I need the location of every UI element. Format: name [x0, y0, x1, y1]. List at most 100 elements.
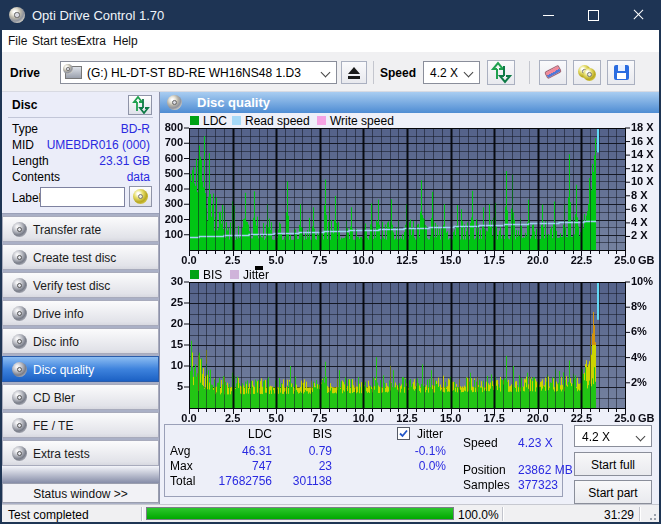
toolbar-separator: [529, 61, 530, 84]
title-bar[interactable]: Opti Drive Control 1.70: [0, 0, 661, 30]
sidebar-item-fe-te[interactable]: FE / TE: [2, 412, 159, 438]
disc-icon: [12, 306, 27, 321]
disc-quality-header: Disc quality: [160, 92, 659, 113]
chevron-down-icon: [321, 68, 331, 78]
eject-button[interactable]: [341, 61, 367, 84]
field-mid-value: UMEBDR016 (000): [40, 138, 150, 152]
label-disc-button[interactable]: [129, 186, 152, 207]
menu-file[interactable]: File: [8, 34, 27, 48]
status-text: Test completed: [8, 508, 89, 522]
start-part-button[interactable]: Start part: [574, 480, 652, 504]
progress-fill: [147, 508, 453, 519]
samples-stat-value: 377323: [518, 478, 558, 492]
bis-avg-value: 0.79: [280, 444, 332, 458]
speed-combo-value: 4.2 X: [430, 66, 458, 80]
close-button[interactable]: [616, 0, 661, 30]
drive-label: Drive: [10, 66, 40, 80]
sidebar-gradient: [2, 466, 159, 483]
jitter-avg-value: -0.1%: [386, 444, 446, 458]
refresh-icon: [129, 96, 151, 114]
disc-icon: [12, 222, 27, 237]
speed-stat-value: 4.23 X: [518, 436, 553, 450]
disc-icon: [167, 95, 182, 110]
toolbar: Drive (G:) HL-DT-ST BD-RE WH16NS48 1.D3 …: [2, 52, 659, 92]
app-window: Opti Drive Control 1.70 File Start test …: [0, 0, 661, 524]
status-window-button[interactable]: Status window >>: [2, 483, 159, 503]
progress-bar: [146, 507, 454, 520]
speed-label: Speed: [380, 66, 416, 80]
app-icon: [9, 7, 25, 23]
disc-refresh-button[interactable]: [128, 95, 152, 115]
sidebar-item-create-test-disc[interactable]: Create test disc: [2, 244, 159, 270]
ldc-total-value: 17682756: [200, 474, 272, 488]
window-title: Opti Drive Control 1.70: [32, 8, 164, 23]
ldc-chart-canvas: [161, 118, 659, 268]
progress-percent: 100.0%: [458, 508, 499, 522]
field-length-value: 23.31 GB: [40, 154, 150, 168]
maximize-icon: [588, 10, 599, 21]
window-border: [0, 30, 2, 524]
divider: [8, 117, 153, 118]
chevron-down-icon: [464, 68, 474, 78]
refresh-button[interactable]: [487, 60, 515, 85]
disc-icon: [12, 418, 27, 433]
sidebar-item-drive-info[interactable]: Drive info: [2, 300, 159, 326]
resize-grip[interactable]: [647, 511, 656, 520]
eraser-icon: [544, 65, 562, 80]
drive-disc-icon: [63, 64, 73, 74]
position-stat-value: 23862 MB: [518, 463, 573, 477]
label-input[interactable]: [40, 187, 125, 207]
erase-disc-button[interactable]: [539, 60, 567, 85]
page-title: Disc quality: [197, 95, 270, 110]
save-button[interactable]: [607, 60, 635, 85]
disc-icon: [12, 250, 27, 265]
test-discs-button[interactable]: [573, 60, 601, 85]
speed-combo[interactable]: 4.2 X: [423, 61, 480, 84]
disc-icon: [12, 446, 27, 461]
menu-bar: File Start test Extra Help: [2, 30, 659, 52]
test-speed-combo-value: 4.2 X: [582, 430, 610, 444]
disc-panel-title: Disc: [12, 98, 37, 112]
disc-icon: [133, 189, 148, 204]
drive-combo[interactable]: (G:) HL-DT-ST BD-RE WH16NS48 1.D3: [60, 61, 337, 84]
jitter-max-value: 0.0%: [386, 459, 446, 473]
statusbar-separator: [502, 507, 503, 521]
sidebar-item-extra-tests[interactable]: Extra tests: [2, 440, 159, 466]
disc-icon: [12, 334, 27, 349]
position-stat-label: Position: [463, 463, 506, 477]
ldc-column-header: LDC: [200, 427, 272, 441]
menu-start-test[interactable]: Start test: [32, 34, 80, 48]
total-row-label: Total: [170, 474, 195, 488]
disc-icon: [12, 390, 27, 405]
statusbar-separator: [639, 507, 640, 521]
maximize-button[interactable]: [571, 0, 616, 30]
test-speed-combo[interactable]: 4.2 X: [574, 425, 652, 447]
jitter-checkbox[interactable]: [397, 427, 410, 440]
toolbar-separator: [373, 61, 374, 84]
sidebar-item-verify-test-disc[interactable]: Verify test disc: [2, 272, 159, 298]
bis-column-header: BIS: [280, 427, 332, 441]
max-row-label: Max: [170, 459, 193, 473]
refresh-icon: [488, 61, 514, 84]
ldc-max-value: 747: [200, 459, 272, 473]
disc-icon: [583, 68, 596, 81]
disc-icon: [12, 362, 27, 377]
menu-extra[interactable]: Extra: [78, 34, 106, 48]
avg-row-label: Avg: [170, 444, 190, 458]
ldc-avg-value: 46.31: [200, 444, 272, 458]
sidebar-item-disc-quality[interactable]: Disc quality: [2, 356, 159, 382]
label-field-label: Label: [12, 191, 41, 205]
start-full-button[interactable]: Start full: [574, 452, 652, 476]
sidebar-item-disc-info[interactable]: Disc info: [2, 328, 159, 354]
minimize-button[interactable]: [526, 0, 571, 30]
eject-icon: [348, 67, 360, 74]
field-type-label: Type: [12, 122, 38, 136]
sidebar-item-cd-bler[interactable]: CD Bler: [2, 384, 159, 410]
samples-stat-label: Samples: [463, 478, 510, 492]
statusbar-separator: [141, 507, 142, 521]
elapsed-time: 31:29: [562, 508, 634, 522]
sidebar-item-transfer-rate[interactable]: Transfer rate: [2, 216, 159, 242]
field-mid-label: MID: [12, 138, 34, 152]
bis-max-value: 23: [280, 459, 332, 473]
menu-help[interactable]: Help: [113, 34, 138, 48]
